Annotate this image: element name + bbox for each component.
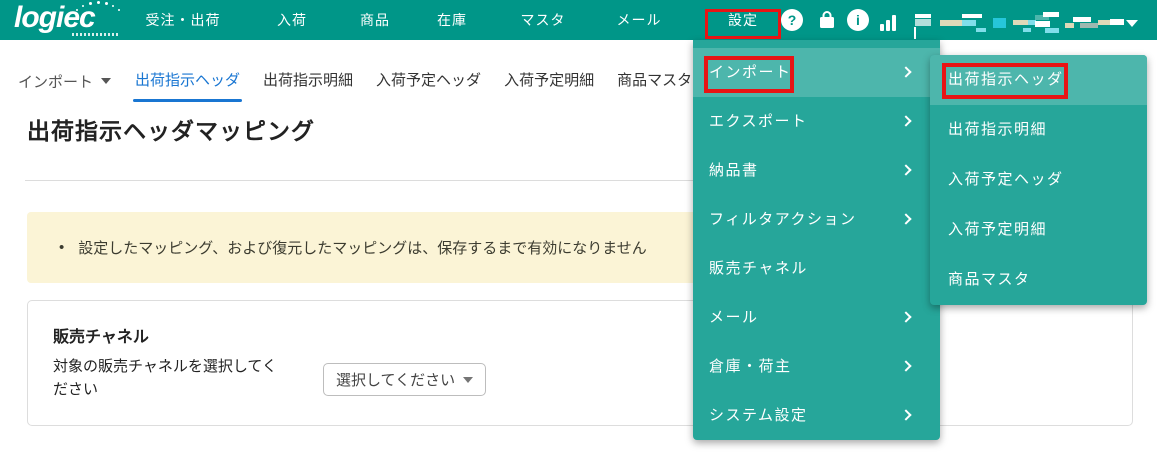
menu-item-label: インポート: [709, 64, 792, 81]
tab-shipping-header[interactable]: 出荷指示ヘッダ: [133, 60, 243, 102]
logiec-logo[interactable]: logiec: [14, 0, 134, 40]
menu-item-sales-channel[interactable]: 販売チャネル: [693, 244, 940, 293]
tab-product-master[interactable]: 商品マスタ: [617, 60, 692, 102]
import-section-dropdown[interactable]: インポート: [18, 71, 112, 92]
menu-item-label: システム設定: [709, 407, 808, 424]
chevron-right-icon: [900, 310, 912, 323]
bullet: •: [59, 239, 65, 256]
submenu-item-arrival-detail[interactable]: 入荷予定明細: [930, 205, 1147, 255]
notice-text: 設定したマッピング、および復元したマッピングは、保存するまで有効になりません: [78, 240, 647, 257]
chevron-right-icon: [900, 163, 912, 176]
panel-heading: 販売チャネル: [53, 329, 149, 346]
chevron-right-icon: [900, 65, 912, 78]
menu-item-mail[interactable]: メール: [693, 293, 940, 342]
help-icon[interactable]: ?: [781, 9, 803, 31]
tab-shipping-detail[interactable]: 出荷指示明細: [263, 60, 353, 102]
chevron-right-icon: [900, 114, 912, 127]
tab-arrival-header[interactable]: 入荷予定ヘッダ: [376, 60, 481, 102]
menu-item-import[interactable]: インポート: [693, 48, 940, 97]
caret-down-icon: [1126, 20, 1138, 27]
menu-item-label: 納品書: [709, 162, 759, 179]
menu-item-system-settings[interactable]: システム設定: [693, 391, 940, 440]
nav-settings[interactable]: 設定: [728, 0, 758, 40]
submenu-item-shipping-detail[interactable]: 出荷指示明細: [930, 105, 1147, 155]
menu-item-label: フィルタアクション: [709, 211, 857, 228]
channel-select-label: 対象の販売チャネルを選択してください: [53, 358, 277, 398]
sales-channel-panel: 販売チャネル 対象の販売チャネルを選択してください 選択してください: [27, 300, 1133, 426]
menu-item-export[interactable]: エクスポート: [693, 97, 940, 146]
menu-item-filter-action[interactable]: フィルタアクション: [693, 195, 940, 244]
app-header: logiec 受注・出荷 入荷 商品 在庫 マスタ メール 設定 ? i: [0, 0, 1157, 40]
import-dropdown-label: インポート: [18, 73, 94, 91]
nav-inventory[interactable]: 在庫: [437, 0, 467, 40]
signal-bars-icon[interactable]: [880, 9, 902, 31]
menu-item-label: メール: [709, 309, 759, 326]
menu-item-label: 倉庫・荷主: [709, 358, 792, 375]
nav-orders-shipping[interactable]: 受注・出荷: [146, 0, 221, 40]
menu-item-warehouse-shipper[interactable]: 倉庫・荷主: [693, 342, 940, 391]
submenu-item-arrival-header[interactable]: 入荷予定ヘッダ: [930, 155, 1147, 205]
info-icon[interactable]: i: [847, 9, 869, 31]
channel-select-value: 選択してください: [336, 372, 456, 389]
chevron-right-icon: [900, 212, 912, 225]
menu-item-label: エクスポート: [709, 113, 808, 130]
chevron-right-icon: [900, 359, 912, 372]
channel-select[interactable]: 選択してください: [323, 363, 486, 396]
submenu-item-product-master[interactable]: 商品マスタ: [930, 255, 1147, 305]
submenu-item-shipping-header[interactable]: 出荷指示ヘッダ: [930, 55, 1147, 105]
settings-menu: インポート エクスポート 納品書 フィルタアクション 販売チャネル メール 倉庫…: [693, 40, 940, 440]
import-submenu: 出荷指示ヘッダ 出荷指示明細 入荷予定ヘッダ 入荷予定明細 商品マスタ: [930, 55, 1147, 305]
nav-mail[interactable]: メール: [617, 0, 662, 40]
caret-down-icon: [101, 78, 112, 84]
logo-tagline: [72, 33, 120, 36]
nav-products[interactable]: 商品: [360, 0, 390, 40]
chevron-right-icon: [900, 408, 912, 421]
nav-master[interactable]: マスタ: [521, 0, 566, 40]
menu-item-delivery-note[interactable]: 納品書: [693, 146, 940, 195]
tab-bar: インポート 出荷指示ヘッダ 出荷指示明細 入荷予定ヘッダ 入荷予定明細 商品マス…: [18, 60, 715, 102]
tab-arrival-detail[interactable]: 入荷予定明細: [504, 60, 594, 102]
caret-down-icon: [463, 376, 473, 383]
menu-item-label: 販売チャネル: [709, 260, 808, 277]
page-title: 出荷指示ヘッダマッピング: [27, 118, 315, 144]
nav-receiving[interactable]: 入荷: [277, 0, 307, 40]
bag-icon[interactable]: [816, 9, 838, 31]
user-account-menu-redacted[interactable]: [905, 8, 1140, 39]
